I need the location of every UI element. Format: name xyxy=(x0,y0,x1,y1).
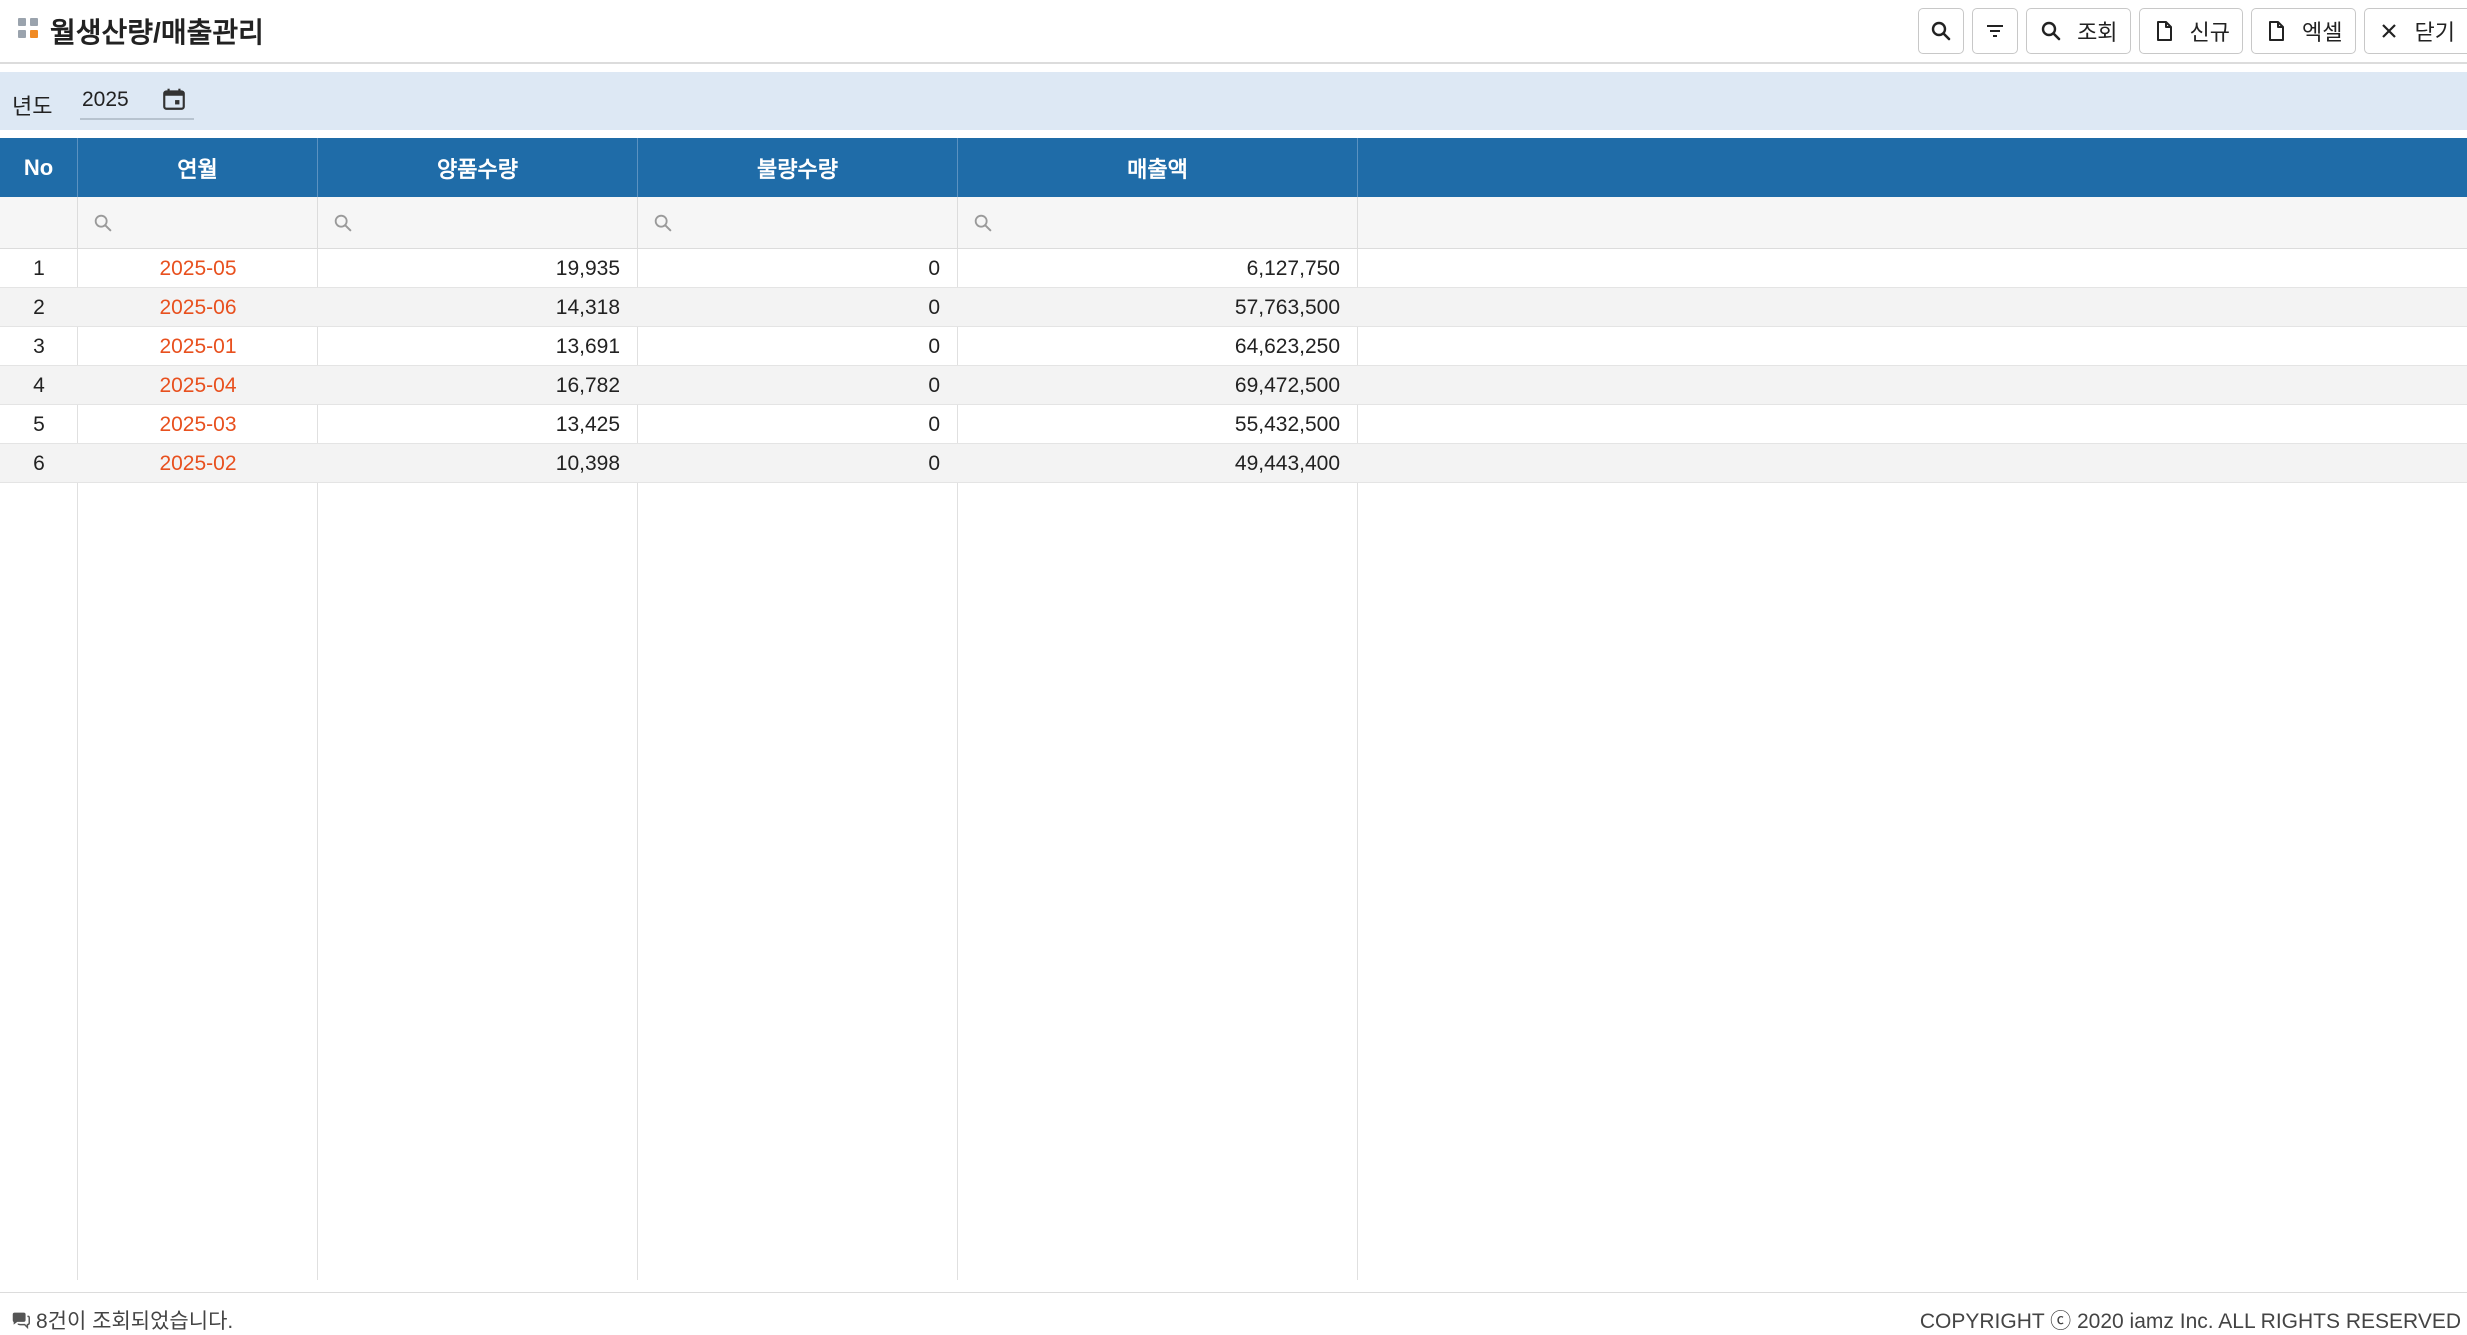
filter-cell-no xyxy=(0,197,78,249)
search-icon xyxy=(94,214,112,232)
search-condition-bar: 년도 xyxy=(0,72,2467,130)
cell-good-qty: 16,782 xyxy=(555,373,620,397)
cell-no: 6 xyxy=(33,451,45,475)
cell-good-qty: 14,318 xyxy=(555,295,620,319)
filter-cell-sales[interactable] xyxy=(958,197,1358,249)
cell-year-month-link[interactable]: 2025-02 xyxy=(78,444,318,483)
table-row[interactable]: 2 2025-06 14,318 0 57,763,500 xyxy=(0,288,2467,327)
toolbar: 조회 신규 엑셀 닫기 xyxy=(1918,8,2467,54)
document-icon xyxy=(2156,21,2172,41)
filter-cell-defect-qty[interactable] xyxy=(638,197,958,249)
grid-header: No 연월 양품수량 불량수량 매출액 xyxy=(0,138,2467,197)
cell-year-month-link[interactable]: 2025-03 xyxy=(78,405,318,444)
column-header-year-month[interactable]: 연월 xyxy=(78,138,318,197)
search-button[interactable]: 조회 xyxy=(2026,8,2131,54)
column-header-sales[interactable]: 매출액 xyxy=(958,138,1358,197)
cell-year-month-link[interactable]: 2025-05 xyxy=(78,249,318,288)
filter-icon xyxy=(1987,25,2004,37)
status-text: 8건이 조회되었습니다. xyxy=(36,1310,234,1333)
table-row[interactable]: 3 2025-01 13,691 0 64,623,250 xyxy=(0,327,2467,366)
year-label: 년도 xyxy=(12,94,53,119)
cell-year-month-link[interactable]: 2025-04 xyxy=(78,366,318,405)
cell-defect-qty: 0 xyxy=(928,295,940,319)
new-button-label: 신규 xyxy=(2189,20,2231,45)
cell-year-month-link[interactable]: 2025-06 xyxy=(78,288,318,327)
status-bar: 8건이 조회되었습니다. COPYRIGHT ⓒ 2020 iamz Inc. … xyxy=(0,1292,2467,1335)
cell-defect-qty: 0 xyxy=(928,412,940,436)
cell-year-month-link[interactable]: 2025-01 xyxy=(78,327,318,366)
calendar-icon[interactable] xyxy=(161,86,187,112)
cell-good-qty: 10,398 xyxy=(555,451,620,475)
document-icon xyxy=(2269,21,2285,41)
table-row[interactable]: 4 2025-04 16,782 0 69,472,500 xyxy=(0,366,2467,405)
cell-sales: 64,623,250 xyxy=(1234,334,1340,358)
grid-menu-icon xyxy=(18,18,40,40)
filter-button[interactable] xyxy=(1972,8,2019,54)
table-row[interactable]: 6 2025-02 10,398 0 49,443,400 xyxy=(0,444,2467,483)
chat-icon xyxy=(12,1312,30,1330)
page-header: 월생산량/매출관리 조회 신규 엑셀 닫기 xyxy=(0,0,2467,64)
cell-sales: 49,443,400 xyxy=(1234,451,1340,475)
search-button-label: 조회 xyxy=(2077,20,2118,45)
cell-defect-qty: 0 xyxy=(928,451,940,475)
excel-button[interactable]: 엑셀 xyxy=(2251,8,2356,54)
cell-sales: 55,432,500 xyxy=(1234,412,1340,436)
cell-no: 1 xyxy=(33,256,45,280)
table-row[interactable]: 5 2025-03 13,425 0 55,432,500 xyxy=(0,405,2467,444)
cell-no: 4 xyxy=(33,373,45,397)
close-button[interactable]: 닫기 xyxy=(2363,8,2467,54)
cell-good-qty: 19,935 xyxy=(555,256,620,280)
grid-filter-row xyxy=(0,197,2467,249)
column-header-defect-qty[interactable]: 불량수량 xyxy=(638,138,958,197)
cell-sales: 57,763,500 xyxy=(1234,295,1340,319)
excel-button-label: 엑셀 xyxy=(2302,20,2343,45)
filter-cell-year-month[interactable] xyxy=(78,197,318,249)
search-icon xyxy=(974,214,992,232)
cell-no: 2 xyxy=(33,295,45,319)
close-icon xyxy=(2381,24,2396,38)
cell-sales: 69,472,500 xyxy=(1234,373,1340,397)
search-icon xyxy=(2041,21,2061,41)
page-title: 월생산량/매출관리 xyxy=(50,17,264,48)
new-button[interactable]: 신규 xyxy=(2138,8,2244,54)
cell-defect-qty: 0 xyxy=(928,373,940,397)
column-header-good-qty[interactable]: 양품수량 xyxy=(318,138,638,197)
search-icon xyxy=(334,214,352,232)
cell-good-qty: 13,425 xyxy=(555,412,620,436)
search-icon xyxy=(654,214,672,232)
cell-defect-qty: 0 xyxy=(928,256,940,280)
column-header-no[interactable]: No xyxy=(0,138,78,197)
data-grid: No 연월 양품수량 불량수량 매출액 1 2025-05 19,935 0 6… xyxy=(0,138,2467,1280)
close-button-label: 닫기 xyxy=(2414,20,2455,45)
cell-no: 5 xyxy=(33,412,45,436)
table-row[interactable]: 1 2025-05 19,935 0 6,127,750 xyxy=(0,249,2467,288)
cell-no: 3 xyxy=(33,334,45,358)
quick-search-button[interactable] xyxy=(1918,8,1965,54)
cell-defect-qty: 0 xyxy=(928,334,940,358)
cell-sales: 6,127,750 xyxy=(1246,256,1340,280)
search-icon xyxy=(1931,21,1951,41)
cell-good-qty: 13,691 xyxy=(555,334,620,358)
status-message: 8건이 조회되었습니다. xyxy=(10,1305,233,1335)
filter-cell-good-qty[interactable] xyxy=(318,197,638,249)
copyright-text: COPYRIGHT ⓒ 2020 iamz Inc. ALL RIGHTS RE… xyxy=(1919,1310,2461,1333)
